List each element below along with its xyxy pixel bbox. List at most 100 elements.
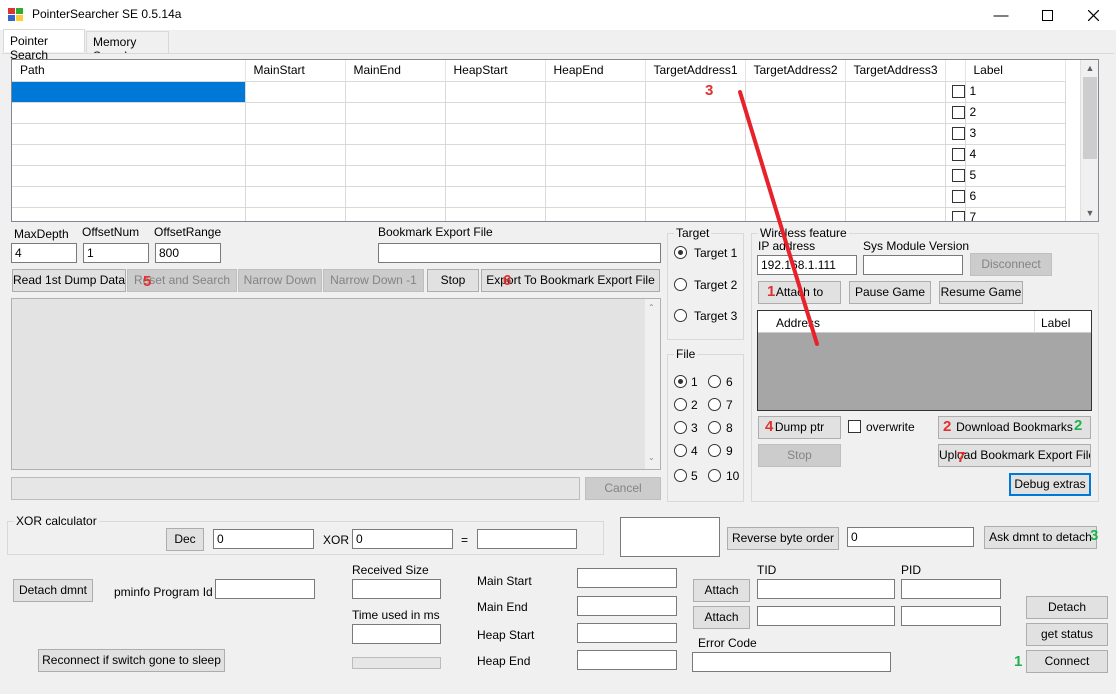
table-cell[interactable]: [445, 102, 546, 124]
connect-button[interactable]: Connect: [1026, 650, 1108, 673]
bookmark-list[interactable]: Address Label: [757, 310, 1092, 411]
grid-scrollbar[interactable]: ▲ ▼: [1080, 60, 1098, 221]
file7-radio[interactable]: [708, 398, 721, 411]
detach-dmnt-button[interactable]: Detach dmnt: [13, 579, 93, 602]
label-cell[interactable]: 3: [965, 123, 1066, 145]
table-row[interactable]: 3: [12, 123, 1066, 145]
minimize-icon[interactable]: —: [978, 0, 1024, 30]
table-cell[interactable]: [645, 81, 746, 103]
label-cell[interactable]: 5: [965, 165, 1066, 187]
label-cell[interactable]: 7: [965, 207, 1066, 221]
file3-radio[interactable]: [674, 421, 687, 434]
column-header[interactable]: MainEnd: [345, 60, 446, 82]
hex-textbox[interactable]: [620, 517, 720, 557]
narrow-down-minus-button[interactable]: Narrow Down -1: [323, 269, 424, 292]
row-checkbox[interactable]: [945, 102, 966, 124]
resume-game-button[interactable]: Resume Game: [939, 281, 1023, 304]
label-cell[interactable]: 2: [965, 102, 1066, 124]
main-end-input[interactable]: [577, 596, 677, 616]
file4-label[interactable]: 4: [691, 444, 698, 458]
target1-label[interactable]: Target 1: [694, 246, 737, 260]
heap-start-input[interactable]: [577, 623, 677, 643]
table-cell[interactable]: [245, 144, 346, 166]
table-cell[interactable]: [545, 144, 646, 166]
maxdepth-input[interactable]: 4: [11, 243, 77, 263]
row-checkbox[interactable]: [945, 186, 966, 208]
table-row[interactable]: 1: [12, 81, 1066, 103]
xor-input[interactable]: 0: [213, 529, 314, 549]
row-checkbox[interactable]: [945, 144, 966, 166]
table-cell[interactable]: [845, 165, 946, 187]
row-checkbox[interactable]: [945, 207, 966, 221]
tid-input[interactable]: [757, 579, 895, 599]
table-cell[interactable]: [245, 186, 346, 208]
reverse-value-input[interactable]: 0: [847, 527, 974, 547]
file1-radio[interactable]: [674, 375, 687, 388]
reverse-byte-order-button[interactable]: Reverse byte order: [727, 527, 839, 550]
detach-button[interactable]: Detach: [1026, 596, 1108, 619]
table-row[interactable]: 6: [12, 186, 1066, 208]
file5-label[interactable]: 5: [691, 469, 698, 483]
stop-search-button[interactable]: Stop: [427, 269, 479, 292]
column-header[interactable]: Path: [12, 60, 246, 82]
label-cell[interactable]: 6: [965, 186, 1066, 208]
file9-radio[interactable]: [708, 444, 721, 457]
file10-label[interactable]: 10: [726, 469, 739, 483]
attach-pid-button[interactable]: Attach: [693, 606, 750, 629]
table-cell[interactable]: [645, 186, 746, 208]
table-cell[interactable]: [245, 123, 346, 145]
table-cell[interactable]: [845, 102, 946, 124]
get-status-button[interactable]: get status: [1026, 623, 1108, 646]
disconnect-button[interactable]: Disconnect: [970, 253, 1052, 276]
table-cell[interactable]: [445, 207, 546, 221]
table-cell[interactable]: [345, 165, 446, 187]
table-cell[interactable]: [845, 123, 946, 145]
output-textbox[interactable]: ⌃ ⌄: [11, 298, 661, 470]
table-row[interactable]: 5: [12, 165, 1066, 187]
path-cell[interactable]: [12, 144, 246, 166]
table-cell[interactable]: [345, 144, 446, 166]
target2-label[interactable]: Target 2: [694, 278, 737, 292]
label-cell[interactable]: 4: [965, 144, 1066, 166]
table-cell[interactable]: [845, 144, 946, 166]
address-column-header[interactable]: Address: [776, 316, 820, 330]
file3-label[interactable]: 3: [691, 421, 698, 435]
xor-value-input[interactable]: 0: [352, 529, 453, 549]
table-cell[interactable]: [745, 123, 846, 145]
pid-input-2[interactable]: [901, 606, 1001, 626]
table-cell[interactable]: [745, 165, 846, 187]
table-cell[interactable]: [545, 186, 646, 208]
table-cell[interactable]: [245, 81, 346, 103]
table-cell[interactable]: [645, 144, 746, 166]
row-checkbox[interactable]: [945, 81, 966, 103]
file6-radio[interactable]: [708, 375, 721, 388]
table-cell[interactable]: [545, 207, 646, 221]
table-row[interactable]: 7: [12, 207, 1066, 221]
pid-input[interactable]: [901, 579, 1001, 599]
table-cell[interactable]: [345, 81, 446, 103]
output-scrollbar[interactable]: ⌃ ⌄: [645, 299, 660, 469]
scroll-down-icon[interactable]: ▼: [1081, 205, 1098, 221]
file2-radio[interactable]: [674, 398, 687, 411]
tid-input-2[interactable]: [757, 606, 895, 626]
tab-memory-search[interactable]: Memory Search: [86, 31, 169, 63]
table-cell[interactable]: [345, 186, 446, 208]
column-header[interactable]: HeapStart: [445, 60, 546, 82]
table-cell[interactable]: [545, 102, 646, 124]
maximize-icon[interactable]: [1024, 0, 1070, 30]
file5-radio[interactable]: [674, 469, 687, 482]
main-start-input[interactable]: [577, 568, 677, 588]
file6-label[interactable]: 6: [726, 375, 733, 389]
column-header[interactable]: TargetAddress2: [745, 60, 846, 82]
table-cell[interactable]: [645, 207, 746, 221]
table-cell[interactable]: [545, 123, 646, 145]
table-cell[interactable]: [745, 207, 846, 221]
table-cell[interactable]: [345, 123, 446, 145]
table-cell[interactable]: [745, 81, 846, 103]
label-column-header[interactable]: Label: [1041, 316, 1070, 330]
ip-input[interactable]: 192.168.1.111: [757, 255, 857, 275]
table-cell[interactable]: [645, 123, 746, 145]
table-cell[interactable]: [345, 102, 446, 124]
target3-radio[interactable]: [674, 309, 687, 322]
attach-tid-button[interactable]: Attach: [693, 579, 750, 602]
